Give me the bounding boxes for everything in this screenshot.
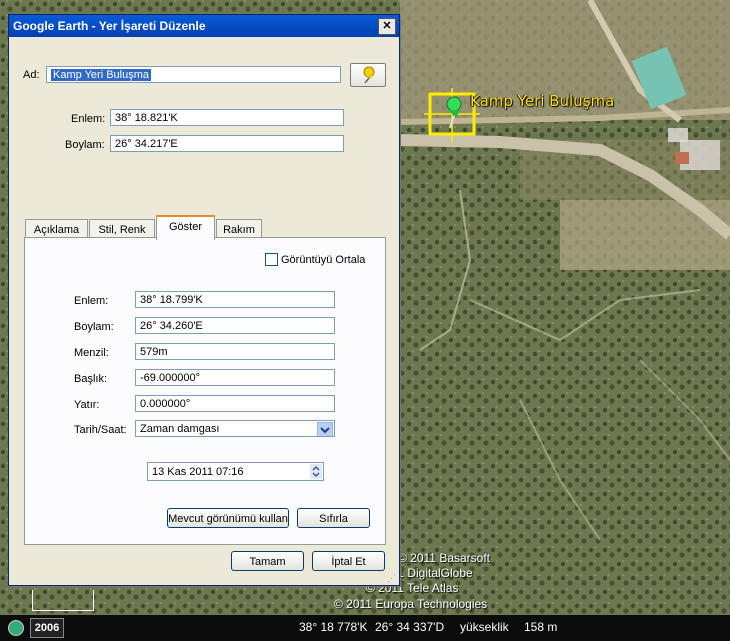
view-longitude-input[interactable]: 26° 34.260'E — [135, 317, 335, 334]
center-view-checkbox[interactable] — [265, 253, 278, 266]
yellow-pushpin-icon — [363, 66, 375, 84]
imagery-year-badge[interactable]: 2006 — [30, 618, 64, 638]
name-input[interactable]: Kamp Yeri Buluşma — [46, 66, 341, 83]
tab-description[interactable]: Açıklama — [25, 219, 88, 239]
datetime-label: Tarih/Saat: — [74, 424, 127, 436]
close-button[interactable]: ✕ — [378, 18, 396, 35]
status-longitude: 26° 34 337'D — [375, 620, 445, 634]
range-label: Menzil: — [74, 347, 109, 359]
longitude-input[interactable]: 26° 34.217'E — [110, 135, 344, 152]
status-elevation-label: yükseklik — [460, 620, 509, 634]
placemark-label[interactable]: Kamp Yeri Buluşma — [470, 92, 614, 110]
datetime-select[interactable]: Zaman damgası — [135, 420, 335, 437]
edit-placemark-dialog: Google Earth - Yer İşareti Düzenle ✕ Ad:… — [8, 14, 400, 586]
ok-button[interactable]: Tamam — [231, 551, 304, 571]
view-tab-panel: Görüntüyü Ortala Enlem: 38° 18.799'K Boy… — [24, 237, 386, 545]
datetime-select-value: Zaman damgası — [140, 423, 220, 435]
tab-altitude[interactable]: Rakım — [216, 219, 262, 239]
longitude-label: Boylam: — [65, 139, 105, 151]
tab-style-color[interactable]: Stil, Renk — [89, 219, 155, 239]
spin-arrows-icon[interactable] — [310, 464, 322, 479]
placemark-icon-button[interactable] — [350, 63, 386, 87]
name-value: Kamp Yeri Buluşma — [51, 69, 151, 81]
range-input[interactable]: 579m — [135, 343, 335, 360]
dialog-title: Google Earth - Yer İşareti Düzenle — [13, 19, 206, 33]
tab-view[interactable]: Göster — [156, 215, 215, 240]
dialog-titlebar[interactable]: Google Earth - Yer İşareti Düzenle ✕ — [9, 15, 399, 37]
tilt-input[interactable]: 0.000000° — [135, 395, 335, 412]
use-current-view-button[interactable]: Mevcut görünümü kullan — [167, 508, 289, 528]
view-latitude-input[interactable]: 38° 18.799'K — [135, 291, 335, 308]
timestamp-picker[interactable]: 13 Kas 2011 07:16 — [147, 462, 324, 481]
tilt-label: Yatır: — [74, 399, 100, 411]
resize-grip-icon[interactable]: ⋰ — [387, 573, 397, 583]
scale-bar — [32, 590, 94, 611]
latitude-input[interactable]: 38° 18.821'K — [110, 109, 344, 126]
copyright-line: © 2011 Basarsoft — [398, 551, 491, 565]
heading-label: Başlık: — [74, 373, 108, 385]
view-latitude-label: Enlem: — [74, 295, 109, 307]
copyright-line: © 2011 Europa Technologies — [334, 597, 488, 611]
chevron-down-icon[interactable] — [317, 422, 333, 436]
reset-button[interactable]: Sıfırla — [297, 508, 370, 528]
latitude-label: Enlem: — [71, 113, 106, 125]
status-elevation-value: 158 m — [524, 620, 558, 634]
heading-input[interactable]: -69.000000° — [135, 369, 335, 386]
timestamp-value: 13 Kas 2011 07:16 — [152, 466, 244, 478]
historical-imagery-clock-icon[interactable] — [8, 620, 24, 636]
name-label: Ad: — [23, 69, 40, 81]
cancel-button[interactable]: İptal Et — [312, 551, 385, 571]
center-view-label: Görüntüyü Ortala — [281, 254, 366, 266]
view-longitude-label: Boylam: — [74, 321, 114, 333]
status-latitude: 38° 18 778'K — [299, 620, 368, 634]
